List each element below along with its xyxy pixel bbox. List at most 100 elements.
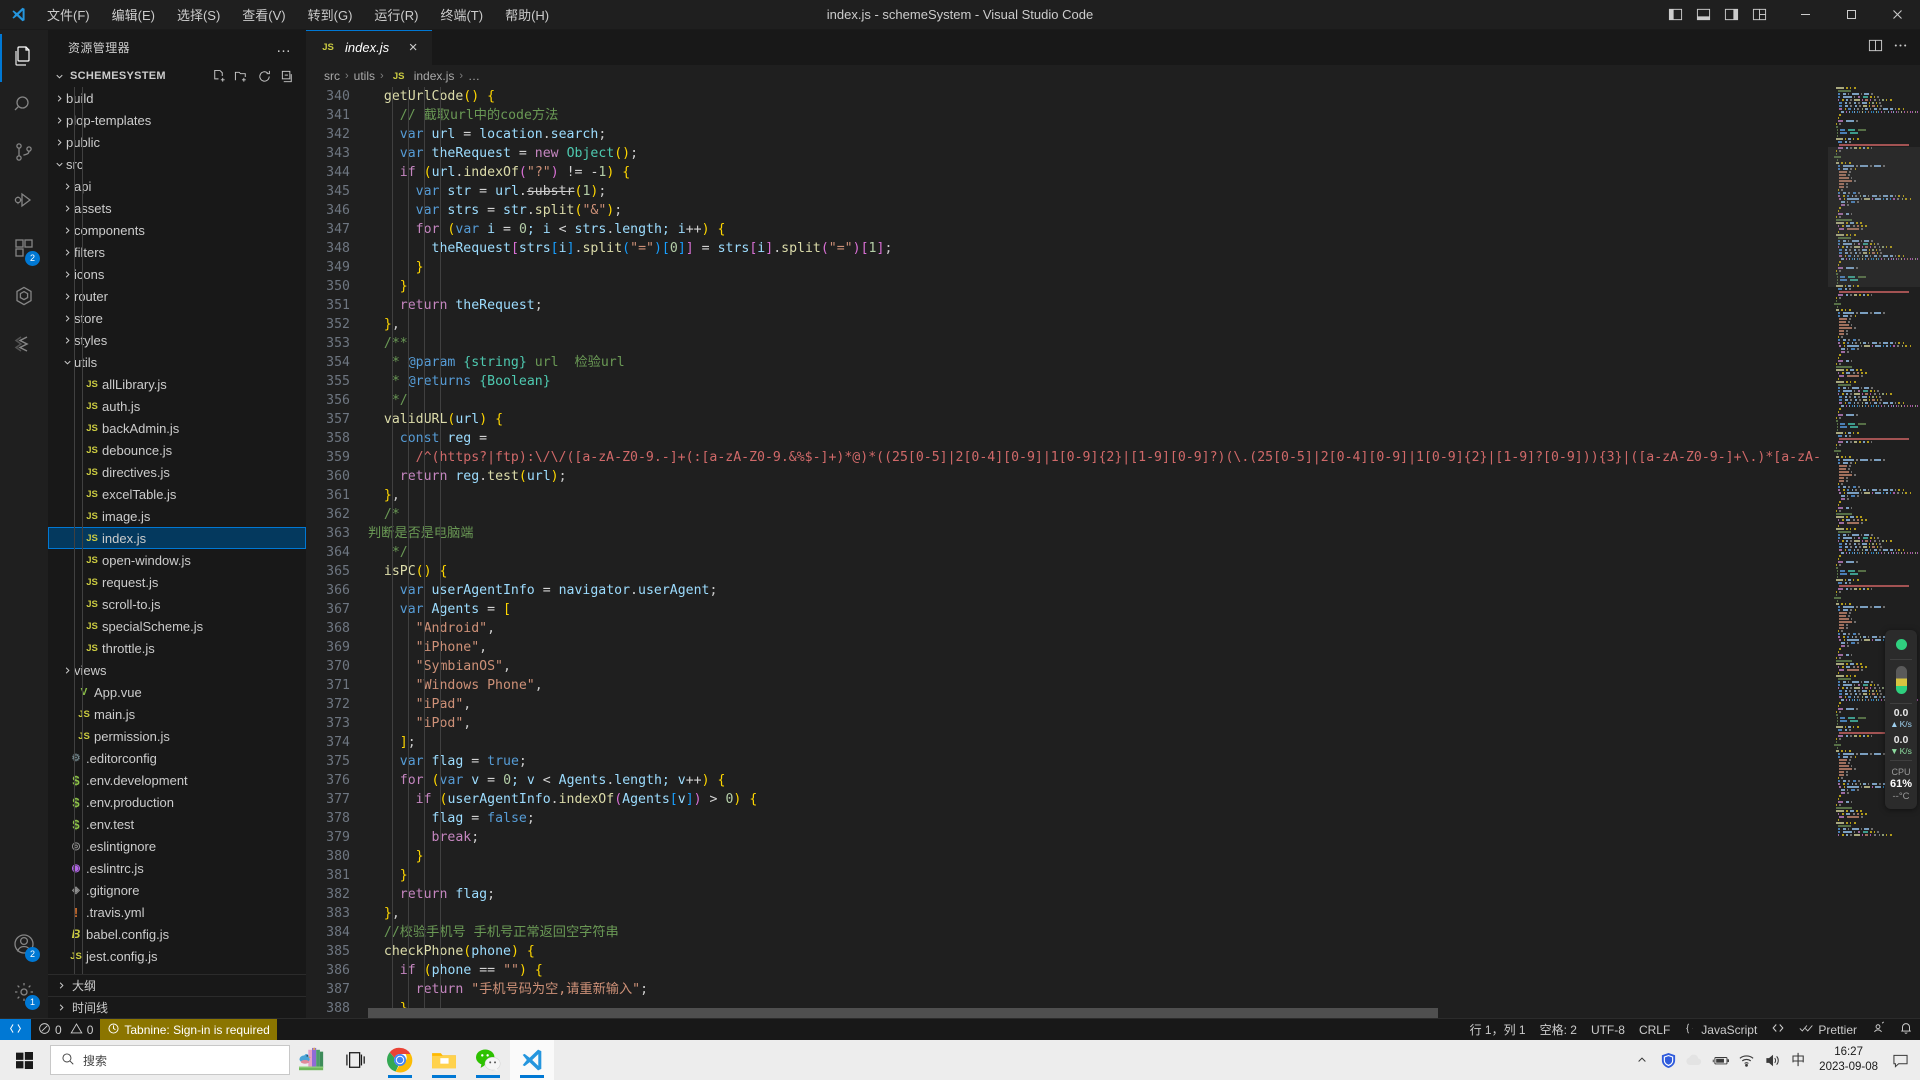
tree-item-gitignore[interactable]: ◈ .gitignore [48, 879, 306, 901]
tree-item-eslintrc-js[interactable]: ◉ .eslintrc.js [48, 857, 306, 879]
tree-item-plop-templates[interactable]: plop-templates [48, 109, 306, 131]
tree-item-alllibrary-js[interactable]: JS allLibrary.js [48, 373, 306, 395]
minimap[interactable] [1828, 87, 1920, 1018]
taskbar-search-box[interactable]: 搜索 [50, 1045, 290, 1075]
activity-item-docker[interactable] [0, 274, 48, 322]
new-file-icon[interactable] [209, 67, 227, 85]
taskbar-vscode[interactable] [510, 1040, 554, 1080]
menu-help[interactable]: 帮助(H) [494, 1, 560, 28]
activity-item-settings[interactable]: 1 [0, 970, 48, 1018]
activity-item-source-control[interactable] [0, 130, 48, 178]
tree-item-jest-config-js[interactable]: JS jest.config.js [48, 945, 306, 967]
tree-item-editorconfig[interactable]: ⚙ .editorconfig [48, 747, 306, 769]
workspace-section-header[interactable]: SCHEMESYSTEM [48, 65, 306, 87]
tree-item-src[interactable]: src [48, 153, 306, 175]
chevron-up-icon[interactable] [1629, 1040, 1655, 1080]
eol-status[interactable]: CRLF [1632, 1019, 1677, 1041]
tree-item-debounce-js[interactable]: JS debounce.js [48, 439, 306, 461]
activity-item-gitlens[interactable] [0, 322, 48, 370]
taskbar-books-widget[interactable] [290, 1040, 334, 1080]
code-editor[interactable]: 340 341 342 343 344 345 346 347 348 349 350 351 352 3… [306, 87, 1920, 1018]
tree-item-throttle-js[interactable]: JS throttle.js [48, 637, 306, 659]
tree-item-app-vue[interactable]: V App.vue [48, 681, 306, 703]
refresh-icon[interactable] [255, 67, 273, 85]
cloud-icon[interactable] [1681, 1040, 1707, 1080]
breadcrumb-symbol[interactable]: … [468, 69, 480, 83]
tree-item-scroll-to-js[interactable]: JS scroll-to.js [48, 593, 306, 615]
maximize-button[interactable] [1828, 0, 1874, 30]
collapse-all-icon[interactable] [278, 67, 296, 85]
tree-item-index-js[interactable]: JS index.js [48, 527, 306, 549]
tree-item-travis-yml[interactable]: ! .travis.yml [48, 901, 306, 923]
tree-item-api[interactable]: api [48, 175, 306, 197]
tree-item-image-js[interactable]: JS image.js [48, 505, 306, 527]
horizontal-scrollbar[interactable] [368, 1008, 1814, 1018]
tree-item-store[interactable]: store [48, 307, 306, 329]
activity-item-explorer[interactable] [0, 34, 48, 82]
timeline-panel-header[interactable]: 时间线 [48, 996, 306, 1018]
layout-grid-icon[interactable] [1746, 3, 1772, 27]
tree-item-styles[interactable]: styles [48, 329, 306, 351]
indentation-status[interactable]: 空格: 2 [1533, 1019, 1584, 1041]
tree-item-filters[interactable]: filters [48, 241, 306, 263]
sidebar-more-actions-icon[interactable]: … [276, 39, 298, 56]
breadcrumb-src[interactable]: src [324, 69, 340, 83]
tree-item-assets[interactable]: assets [48, 197, 306, 219]
tree-item-request-js[interactable]: JS request.js [48, 571, 306, 593]
problems-status[interactable]: 0 0 [31, 1019, 100, 1041]
language-mode-status[interactable]: JavaScript [1677, 1019, 1764, 1041]
tree-item-babel-config-js[interactable]: Bbabel.config.js [48, 923, 306, 945]
screencast-status[interactable] [1864, 1019, 1892, 1041]
tree-item-build[interactable]: build [48, 87, 306, 109]
menu-view[interactable]: 查看(V) [231, 1, 296, 28]
taskbar-chrome[interactable] [378, 1040, 422, 1080]
activity-item-accounts[interactable]: 2 [0, 922, 48, 970]
tab-close-icon[interactable]: × [404, 39, 422, 56]
prettier-status[interactable]: Prettier [1792, 1019, 1864, 1041]
tabnine-status[interactable]: Tabnine: Sign-in is required [100, 1018, 277, 1041]
panel-left-icon[interactable] [1662, 3, 1688, 27]
breadcrumb-file[interactable]: index.js [414, 69, 455, 83]
windows-start-icon[interactable] [0, 1040, 48, 1080]
code-content[interactable]: getUrlCode() { // 截取url中的code方法 var url … [368, 87, 1828, 1018]
new-folder-icon[interactable] [232, 67, 250, 85]
code-brackets-status[interactable] [1764, 1019, 1792, 1041]
battery-icon[interactable] [1707, 1040, 1733, 1080]
breadcrumb-utils[interactable]: utils [354, 69, 375, 83]
tree-item-backadmin-js[interactable]: JS backAdmin.js [48, 417, 306, 439]
menu-terminal[interactable]: 终端(T) [429, 1, 494, 28]
tree-item-router[interactable]: router [48, 285, 306, 307]
taskbar-file-explorer[interactable] [422, 1040, 466, 1080]
tree-item-views[interactable]: views [48, 659, 306, 681]
tree-item-exceltable-js[interactable]: JS excelTable.js [48, 483, 306, 505]
activity-item-run-debug[interactable] [0, 178, 48, 226]
panel-bottom-icon[interactable] [1690, 3, 1716, 27]
tree-item-open-window-js[interactable]: JS open-window.js [48, 549, 306, 571]
tree-item-directives-js[interactable]: JS directives.js [48, 461, 306, 483]
tab-index-js[interactable]: JS index.js × [306, 30, 434, 65]
split-editor-icon[interactable] [1868, 38, 1883, 58]
more-actions-icon[interactable] [1893, 38, 1908, 58]
menu-go[interactable]: 转到(G) [297, 1, 364, 28]
tree-item-eslintignore[interactable]: ◎ .eslintignore [48, 835, 306, 857]
tree-item-env-test[interactable]: $ .env.test [48, 813, 306, 835]
minimap-slider[interactable] [1828, 147, 1920, 287]
menu-selection[interactable]: 选择(S) [166, 1, 231, 28]
cursor-position-status[interactable]: 行 1，列 1 [1463, 1019, 1533, 1041]
activity-item-search[interactable] [0, 82, 48, 130]
panel-right-icon[interactable] [1718, 3, 1744, 27]
horizontal-scrollbar-thumb[interactable] [368, 1008, 1439, 1018]
taskbar-wechat[interactable] [466, 1040, 510, 1080]
menu-edit[interactable]: 编辑(E) [101, 1, 166, 28]
notifications-status[interactable] [1892, 1019, 1920, 1041]
menu-run[interactable]: 运行(R) [363, 1, 429, 28]
system-monitor-widget[interactable]: 0.0 ▲ K/s 0.0 ▼ K/s CPU 61% --°C [1885, 630, 1917, 809]
remote-window-button[interactable] [0, 1018, 31, 1041]
tree-item-permission-js[interactable]: JS permission.js [48, 725, 306, 747]
wifi-icon[interactable] [1733, 1040, 1759, 1080]
speaker-icon[interactable] [1759, 1040, 1785, 1080]
encoding-status[interactable]: UTF-8 [1584, 1019, 1632, 1041]
file-tree[interactable]: build plop-templates publicsrcapi assets com… [48, 87, 306, 974]
ime-chinese-icon[interactable]: 中 [1785, 1040, 1811, 1080]
taskbar-clock[interactable]: 16:27 2023-09-08 [1811, 1045, 1886, 1075]
